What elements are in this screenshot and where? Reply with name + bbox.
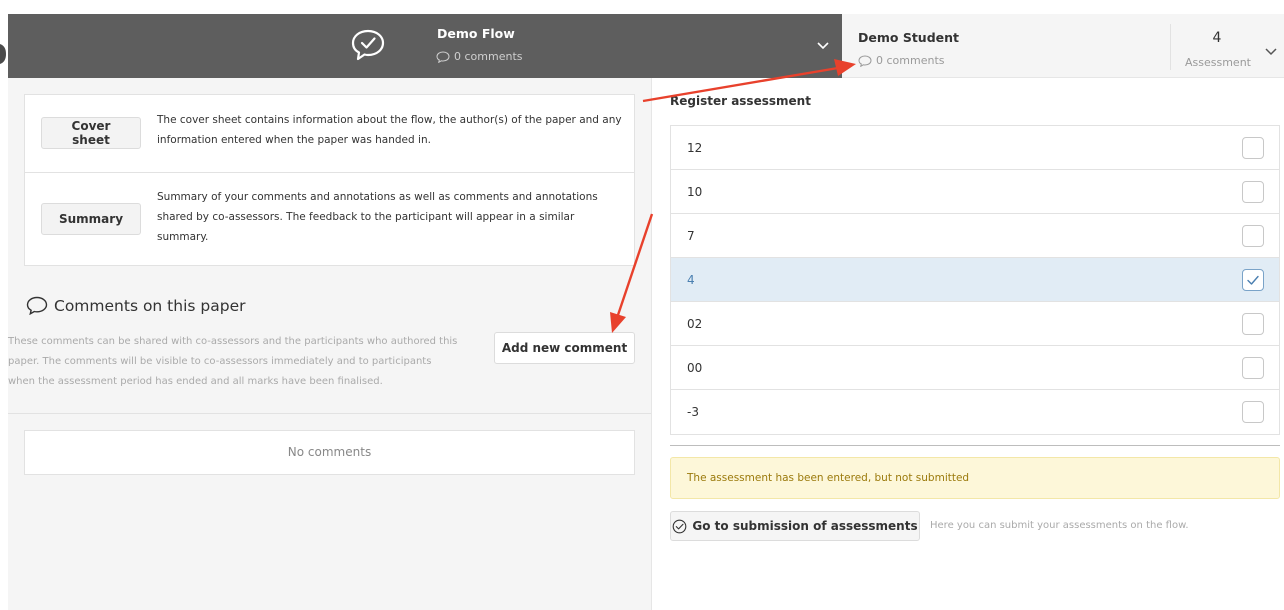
grade-option-minus-3[interactable]: -3 [671,390,1279,434]
student-comments-label: 0 comments [876,54,945,67]
left-panel: Cover sheet The cover sheet contains inf… [8,78,651,610]
circle-check-icon [673,519,687,533]
comment-bubble-icon [436,50,450,63]
grade-option-label: 4 [687,273,695,287]
flow-header: Demo Flow 0 comments [8,14,842,78]
add-new-comment-button[interactable]: Add new comment [494,332,635,364]
student-name: Demo Student [858,30,959,45]
speech-bubble-check-icon [351,29,385,61]
flow-chevron-down-icon[interactable] [816,38,830,52]
grade-value: 4 [1212,30,1222,46]
back-chevron-icon[interactable] [0,44,8,64]
comment-bubble-icon [858,54,872,67]
go-to-submission-label: Go to submission of assessments [692,519,918,533]
grade-checkbox[interactable] [1242,401,1264,423]
grade-list: 12 10 7 4 02 00 -3 [670,125,1280,435]
comments-description: These comments can be shared with co-ass… [8,336,458,387]
grade-option-label: 10 [687,185,703,199]
comments-heading: Comments on this paper [26,296,245,315]
submission-hint: Here you can submit your assessments on … [930,520,1189,531]
assessment-divider [670,445,1280,446]
checkmark-icon [1247,275,1259,285]
cover-sheet-description: The cover sheet contains information abo… [157,114,622,146]
grade-option-02[interactable]: 02 [671,302,1279,346]
grade-option-00[interactable]: 00 [671,346,1279,390]
no-comments-placeholder: No comments [24,430,635,475]
grade-checkbox[interactable] [1242,313,1264,335]
grade-option-label: 12 [687,141,703,155]
grade-option-label: 02 [687,317,703,331]
flow-comment-count[interactable]: 0 comments [436,50,523,63]
grade-option-label: 00 [687,361,703,375]
comments-divider [8,413,651,414]
go-to-submission-button[interactable]: Go to submission of assessments [670,511,920,541]
paper-info-box: Cover sheet The cover sheet contains inf… [24,94,635,266]
summary-description: Summary of your comments and annotations… [157,191,598,243]
grade-checkbox-checked[interactable] [1242,269,1264,291]
grade-option-12[interactable]: 12 [671,126,1279,170]
student-header: Demo Student 0 comments 4 Assessment [842,14,1284,78]
summary-row: Summary Summary of your comments and ann… [25,173,634,267]
comments-title: Comments on this paper [54,296,246,315]
comment-bubble-icon [26,296,48,315]
grade-option-label: -3 [687,405,699,419]
grade-checkbox[interactable] [1242,357,1264,379]
register-assessment-title: Register assessment [670,94,811,108]
grade-chevron-down-icon[interactable] [1264,44,1278,58]
not-submitted-warning: The assessment has been entered, but not… [670,457,1280,499]
grade-option-4[interactable]: 4 [671,258,1279,302]
header-divider [1170,24,1171,70]
flow-comments-label: 0 comments [454,50,523,63]
grade-label: Assessment [1185,56,1251,69]
grade-checkbox[interactable] [1242,181,1264,203]
flow-title: Demo Flow [437,26,515,41]
grade-checkbox[interactable] [1242,137,1264,159]
student-comment-count[interactable]: 0 comments [858,54,945,67]
summary-button[interactable]: Summary [41,203,141,235]
grade-checkbox[interactable] [1242,225,1264,247]
grade-option-label: 7 [687,229,695,243]
grade-option-7[interactable]: 7 [671,214,1279,258]
grade-option-10[interactable]: 10 [671,170,1279,214]
cover-sheet-button[interactable]: Cover sheet [41,117,141,149]
right-panel: Register assessment 12 10 7 4 02 00 -3 T… [651,78,1284,610]
cover-sheet-row: Cover sheet The cover sheet contains inf… [25,95,634,173]
